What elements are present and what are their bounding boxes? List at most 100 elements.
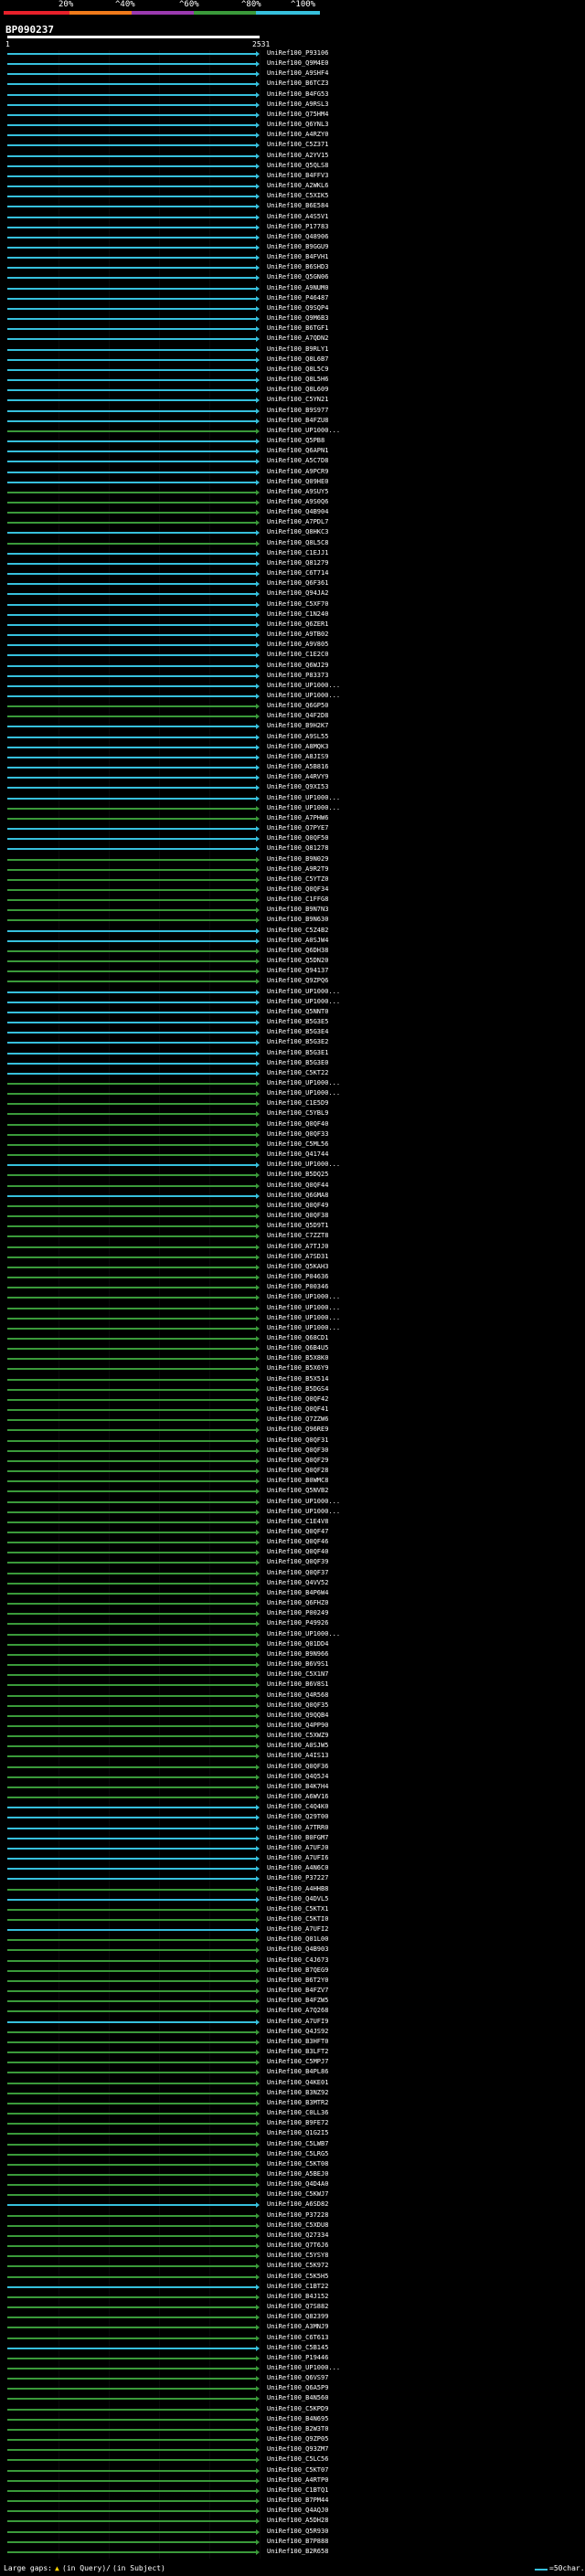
hit-row[interactable]: UniRef100_C6T613 [0,2334,585,2341]
hit-row[interactable]: UniRef100_A6SD82 [0,2200,585,2209]
hit-row[interactable]: UniRef100_C5KWJ7 [0,2190,585,2199]
hit-row[interactable]: UniRef100_Q9QQB4 [0,1712,585,1719]
hit-row[interactable]: UniRef100_Q6F361 [0,579,585,588]
hit-row[interactable]: UniRef100_Q6FHZ0 [0,1599,585,1607]
hit-label[interactable]: UniRef100_Q0QF40 [267,1548,328,1555]
hit-row[interactable]: UniRef100_Q5DN20 [0,957,585,965]
hit-row[interactable]: UniRef100_A6WV16 [0,1793,585,1801]
hit-row[interactable]: UniRef100_Q4KE01 [0,2079,585,2086]
hit-row[interactable]: UniRef100_C1N240 [0,610,585,618]
hit-row[interactable]: UniRef100_Q0QF47 [0,1528,585,1535]
hit-label[interactable]: UniRef100_A7PHW6 [267,814,328,822]
hit-row[interactable]: UniRef100_Q9ZPQ6 [0,977,585,985]
hit-label[interactable]: UniRef100_P83373 [267,672,328,679]
hit-label[interactable]: UniRef100_Q68CD1 [267,1334,328,1341]
hit-label[interactable]: UniRef100_C5Z4B2 [267,927,328,934]
hit-label[interactable]: UniRef100_UP1000... [267,794,340,801]
hit-label[interactable]: UniRef100_B4FFV3 [267,172,328,179]
hit-label[interactable]: UniRef100_B6E584 [267,202,328,209]
hit-row[interactable]: UniRef100_B3MTR2 [0,2099,585,2106]
hit-row[interactable]: UniRef100_A0SJW5 [0,1742,585,1750]
hit-label[interactable]: UniRef100_A4HHB8 [267,1885,328,1892]
hit-label[interactable]: UniRef100_UP1000... [267,1324,340,1331]
hit-label[interactable]: UniRef100_P49926 [267,1619,328,1627]
hit-row[interactable]: UniRef100_UP1000... [0,1324,585,1331]
hit-row[interactable]: UniRef100_A9R2T9 [0,865,585,873]
hit-row[interactable]: UniRef100_Q6B4U5 [0,1344,585,1352]
hit-row[interactable]: UniRef100_Q1G2I5 [0,2129,585,2137]
hit-label[interactable]: UniRef100_A5BEJ0 [267,2170,328,2178]
hit-row[interactable]: UniRef100_Q6GP50 [0,702,585,710]
hit-label[interactable]: UniRef100_B5DGS4 [267,1385,328,1393]
hit-row[interactable]: UniRef100_UP1000... [0,692,585,699]
hit-row[interactable]: UniRef100_Q4VV52 [0,1579,585,1586]
hit-row[interactable]: UniRef100_C5KPD9 [0,2405,585,2412]
hit-row[interactable]: UniRef100_P00346 [0,1283,585,1291]
hit-label[interactable]: UniRef100_C6T613 [267,2334,328,2341]
hit-label[interactable]: UniRef100_Q94137 [267,967,328,974]
hit-label[interactable]: UniRef100_C1E5D9 [267,1099,328,1107]
hit-row[interactable]: UniRef100_B5DGS4 [0,1385,585,1393]
hit-label[interactable]: UniRef100_B6TCZ3 [267,80,328,87]
hit-label[interactable]: UniRef100_B9GGU9 [267,243,328,250]
hit-label[interactable]: UniRef100_B4FVH1 [267,253,328,260]
hit-label[interactable]: UniRef100_Q6VS97 [267,2374,328,2381]
hit-label[interactable]: UniRef100_C5YN21 [267,396,328,403]
hit-label[interactable]: UniRef100_B6SHD3 [267,263,328,270]
hit-row[interactable]: UniRef100_P17783 [0,223,585,230]
hit-label[interactable]: UniRef100_Q4D4A0 [267,2180,328,2188]
hit-label[interactable]: UniRef100_Q5GN06 [267,273,328,281]
hit-row[interactable]: UniRef100_A7UFI9 [0,2018,585,2025]
hit-label[interactable]: UniRef100_Q41744 [267,1150,328,1158]
hit-label[interactable]: UniRef100_Q9ZP05 [267,2435,328,2443]
hit-label[interactable]: UniRef100_Q4VV52 [267,1579,328,1586]
hit-label[interactable]: UniRef100_B9N966 [267,1650,328,1658]
hit-row[interactable]: UniRef100_Q48906 [0,233,585,240]
hit-row[interactable]: UniRef100_B9N966 [0,1650,585,1658]
hit-row[interactable]: UniRef100_UP1000... [0,1508,585,1515]
hit-label[interactable]: UniRef100_UP1000... [267,1079,340,1087]
hit-label[interactable]: UniRef100_Q5R930 [267,2528,328,2535]
hit-row[interactable]: UniRef100_P46487 [0,294,585,302]
hit-label[interactable]: UniRef100_A7Q268 [267,2007,328,2014]
hit-label[interactable]: UniRef100_C4J673 [267,1956,328,1964]
hit-row[interactable]: UniRef100_Q4F2D8 [0,712,585,720]
hit-label[interactable]: UniRef100_C5LC56 [267,2455,328,2463]
hit-row[interactable]: UniRef100_B4P6W4 [0,1589,585,1596]
hit-row[interactable]: UniRef100_UP1000... [0,1089,585,1097]
hit-label[interactable]: UniRef100_Q8L5H6 [267,376,328,383]
hit-row[interactable]: UniRef100_A4N6C0 [0,1864,585,1872]
hit-label[interactable]: UniRef100_C5KWJ7 [267,2190,328,2198]
hit-label[interactable]: UniRef100_C5Z371 [267,141,328,148]
hit-label[interactable]: UniRef100_Q01L00 [267,1935,328,1943]
hit-row[interactable]: UniRef100_B4FZW5 [0,1997,585,2005]
hit-label[interactable]: UniRef100_A9SUY5 [267,488,328,495]
hit-row[interactable]: UniRef100_Q8L5C9 [0,366,585,373]
hit-label[interactable]: UniRef100_A9RSL3 [267,101,328,108]
hit-label[interactable]: UniRef100_B9N029 [267,855,328,863]
hit-label[interactable]: UniRef100_B9H2K7 [267,722,328,729]
hit-row[interactable]: UniRef100_B0FGM7 [0,1834,585,1841]
hit-row[interactable]: UniRef100_C5XIK5 [0,192,585,200]
hit-row[interactable]: UniRef100_P00249 [0,1609,585,1617]
hit-row[interactable]: UniRef100_Q8L5H6 [0,376,585,384]
hit-row[interactable]: UniRef100_P37227 [0,1874,585,1882]
hit-row[interactable]: UniRef100_Q0QF37 [0,1569,585,1576]
hit-row[interactable]: UniRef100_C5K972 [0,2262,585,2270]
hit-label[interactable]: UniRef100_A9SHF4 [267,69,328,77]
hit-row[interactable]: UniRef100_Q4D4A0 [0,2180,585,2189]
hit-label[interactable]: UniRef100_A9SL55 [267,733,328,740]
hit-row[interactable]: UniRef100_B2R658 [0,2548,585,2555]
hit-label[interactable]: UniRef100_Q8HKC3 [267,528,328,535]
hit-label[interactable]: UniRef100_A9PCR9 [267,468,328,475]
hit-row[interactable]: UniRef100_B9FE72 [0,2119,585,2127]
hit-row[interactable]: UniRef100_Q0QF41 [0,1405,585,1414]
hit-label[interactable]: UniRef100_Q9SQP4 [267,304,328,312]
hit-row[interactable]: UniRef100_Q6ZER1 [0,620,585,628]
hit-label[interactable]: UniRef100_Q9M6B3 [267,314,328,322]
hit-label[interactable]: UniRef100_P17783 [267,223,328,230]
hit-row[interactable]: UniRef100_Q4R568 [0,1691,585,1699]
hit-label[interactable]: UniRef100_Q6YNL3 [267,121,328,128]
hit-row[interactable]: UniRef100_Q7ZZW6 [0,1415,585,1424]
hit-label[interactable]: UniRef100_Q5KAH3 [267,1263,328,1270]
